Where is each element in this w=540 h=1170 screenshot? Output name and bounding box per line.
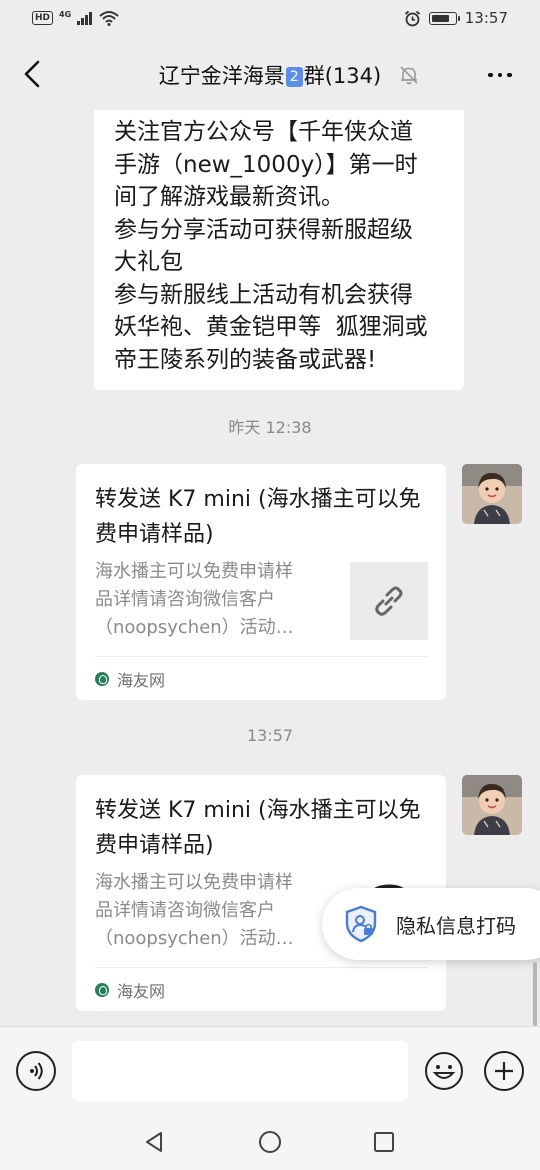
message-line: 妖华袍、黄金铠甲等 狐狸洞或 [114, 314, 428, 340]
status-right: 13:57 [404, 9, 508, 27]
description-line: 海水播主可以免费申请样 [95, 561, 293, 582]
triangle-back-icon [146, 1132, 162, 1152]
avatar-photo [462, 464, 522, 524]
link-thumbnail [350, 562, 428, 640]
link-card-description: 海水播主可以免费申请样 品详情请咨询微信客户 （noopsychen）活动… [95, 869, 335, 953]
link-card-source: 海友网 [95, 967, 428, 1011]
message-line: 参与分享活动可获得新服超级 [114, 216, 413, 243]
description-line: 海水播主可以免费申请样 [95, 872, 293, 893]
link-card-title: 转发送 K7 mini (海水播主可以免费申请样品) [95, 487, 421, 547]
message-line: 参与新服线上活动有机会获得 [114, 281, 413, 308]
link-card-message[interactable]: 转发送 K7 mini (海水播主可以免费申请样品) 海水播主可以免费申请样 品… [76, 464, 446, 700]
plus-icon [495, 1062, 513, 1080]
alarm-icon [404, 10, 420, 26]
message-line: 手游（new_1000y）】第一时 [114, 151, 418, 178]
message-line: 帝王陵系列的装备或武器! [114, 346, 377, 373]
voice-input-button[interactable] [16, 1051, 56, 1091]
system-home-button[interactable] [256, 1128, 284, 1156]
chat-title: 辽宁金洋海景 2 群(134) [0, 60, 540, 90]
shield-privacy-icon [340, 903, 382, 945]
message-line: 大礼包 [114, 249, 183, 275]
privacy-mask-popup[interactable]: 隐私信息打码 [322, 888, 540, 960]
emoji-button[interactable] [424, 1051, 464, 1091]
message-line: 间了解游戏最新资讯。 [114, 184, 344, 210]
avatar-photo [462, 775, 522, 835]
system-recents-button[interactable] [370, 1128, 398, 1156]
square-recents-icon [374, 1132, 394, 1152]
scrollbar[interactable] [533, 962, 537, 1026]
chat-title-prefix: 辽宁金洋海景 [158, 64, 285, 88]
message-input[interactable] [72, 1041, 408, 1101]
description-line: 品详情请咨询微信客户 [95, 900, 275, 921]
hd-badge: HD [32, 11, 54, 25]
group-number-badge: 2 [285, 67, 303, 87]
description-line: （noopsychen）活动… [95, 928, 294, 949]
link-icon [375, 586, 403, 616]
more-dot [497, 72, 503, 78]
text-message-bubble[interactable]: 关注官方公众号【千年侠众道 手游（new_1000y）】第一时 间了解游戏最新资… [94, 110, 464, 390]
timestamp: 13:57 [246, 726, 294, 745]
more-dot [507, 72, 512, 78]
signal-icon [77, 12, 93, 25]
description-line: 品详情请咨询微信客户 [95, 589, 275, 610]
status-left: HD 4G [32, 10, 119, 26]
link-card-source: 海友网 [95, 656, 428, 700]
wifi-icon [99, 11, 119, 26]
message-line: 关注官方公众号【千年侠众道 [114, 119, 413, 145]
more-options-button[interactable] [480, 60, 520, 90]
avatar[interactable] [462, 775, 522, 835]
network-type: 4G [59, 10, 72, 19]
status-time: 13:57 [464, 9, 508, 27]
link-card-source-name: 海友网 [117, 670, 166, 690]
link-card-body: 海水播主可以免费申请样 品详情请咨询微信客户 （noopsychen）活动… [95, 558, 428, 642]
privacy-mask-label: 隐私信息打码 [396, 913, 516, 938]
source-logo-icon [95, 671, 109, 686]
voice-icon [30, 1062, 43, 1080]
system-navigation-bar [0, 1114, 540, 1170]
link-card-description: 海水播主可以免费申请样 品详情请咨询微信客户 （noopsychen）活动… [95, 558, 335, 642]
avatar[interactable] [462, 464, 522, 524]
emoji-icon [425, 1052, 463, 1090]
bell-muted-icon [398, 64, 420, 86]
message-input-bar [0, 1026, 540, 1114]
source-logo-icon [95, 982, 109, 997]
circle-home-icon [259, 1131, 281, 1153]
system-back-button[interactable] [140, 1128, 168, 1156]
description-line: （noopsychen）活动… [95, 617, 294, 638]
more-functions-button[interactable] [484, 1051, 524, 1091]
timestamp: 昨天 12:38 [228, 418, 312, 437]
more-dot [488, 72, 493, 78]
chat-header: 辽宁金洋海景 2 群(134) [0, 38, 540, 110]
chat-title-suffix: 群(134) [303, 64, 382, 88]
status-bar: HD 4G 13:57 [0, 0, 540, 38]
battery-icon [428, 11, 460, 25]
link-card-source-name: 海友网 [117, 981, 166, 1001]
battery-fill [431, 14, 449, 22]
link-card-title: 转发送 K7 mini (海水播主可以免费申请样品) [95, 798, 421, 858]
